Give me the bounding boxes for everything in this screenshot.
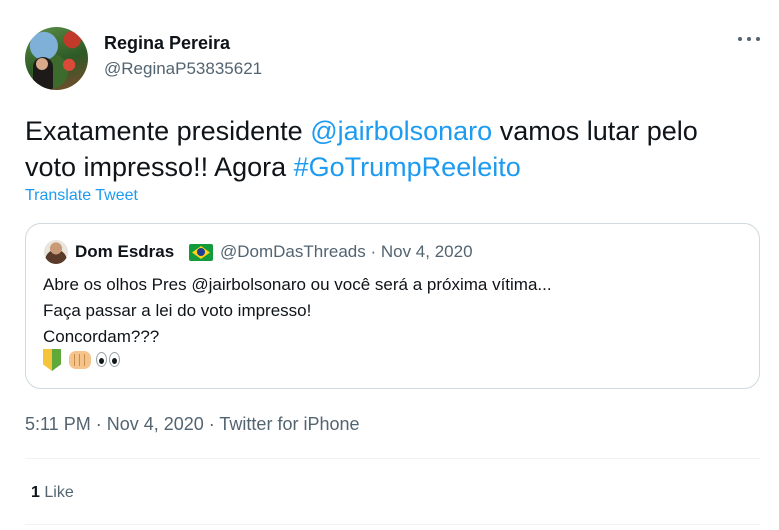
quoted-meta: @DomDasThreads · Nov 4, 2020 bbox=[220, 242, 473, 261]
author-name[interactable]: Regina Pereira bbox=[104, 33, 230, 54]
divider bbox=[25, 458, 760, 459]
mention-link[interactable]: @jairbolsonaro bbox=[310, 116, 492, 146]
quoted-text: Abre os olhos Pres @jairbolsonaro ou voc… bbox=[43, 275, 552, 346]
author-avatar[interactable] bbox=[25, 27, 88, 90]
more-horizontal-icon[interactable] bbox=[736, 28, 762, 48]
fist-icon bbox=[69, 351, 91, 369]
eyes-icon bbox=[96, 352, 122, 368]
quoted-author-avatar bbox=[44, 240, 68, 264]
hashtag-link[interactable]: #GoTrumpReeleito bbox=[294, 152, 521, 182]
like-count-value: 1 bbox=[31, 484, 40, 501]
divider bbox=[25, 524, 760, 525]
like-count[interactable]: 1 Like bbox=[31, 484, 74, 502]
translate-tweet-link[interactable]: Translate Tweet bbox=[25, 187, 138, 205]
tweet-text: Exatamente presidente @jairbolsonaro vam… bbox=[25, 116, 698, 182]
brazil-flag-icon bbox=[189, 244, 213, 261]
tweet-timestamp[interactable]: 5:11 PM · Nov 4, 2020 · Twitter for iPho… bbox=[25, 414, 360, 435]
quoted-tweet[interactable]: Dom Esdras @DomDasThreads · Nov 4, 2020 … bbox=[25, 223, 760, 389]
like-label: Like bbox=[44, 484, 74, 501]
quoted-author-name: Dom Esdras bbox=[75, 242, 175, 261]
avatar-face bbox=[36, 58, 48, 70]
beginner-symbol-icon bbox=[43, 349, 61, 371]
author-handle[interactable]: @ReginaP53835621 bbox=[104, 59, 262, 79]
